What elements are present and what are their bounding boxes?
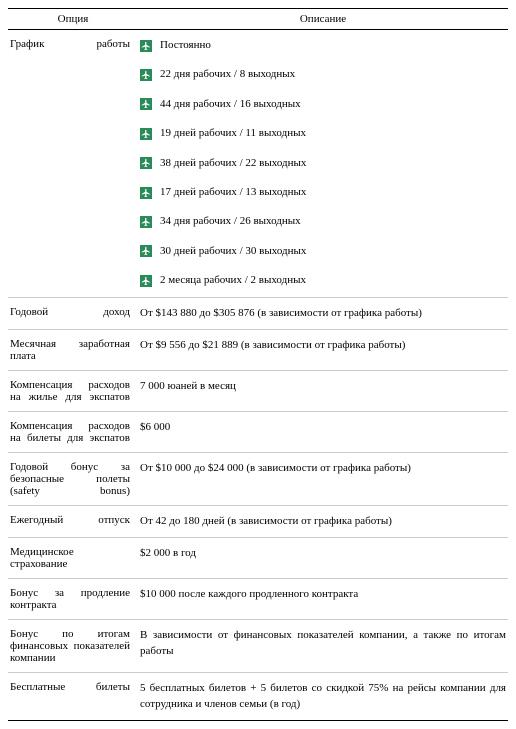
table-row: Ежегодный отпускОт 42 до 180 дней (в зав…: [8, 505, 508, 537]
schedule-item: 17 дней рабочих / 13 выходных: [140, 185, 506, 200]
table-row: Бонус по итогам финансовых показателей к…: [8, 620, 508, 673]
row-label: График работы: [8, 30, 138, 298]
options-table: Опция Описание График работы Постоянно 22 …: [8, 8, 508, 721]
airplane-icon: [140, 275, 152, 287]
schedule-list: Постоянно 22 дня рабочих / 8 выходных 44 д…: [140, 38, 506, 289]
row-description: 5 бесплатных билетов + 5 билетов со скид…: [138, 673, 508, 721]
row-label: Годовой бонус за безопасные полеты (safe…: [8, 452, 138, 505]
airplane-icon: [140, 98, 152, 110]
table-row: Годовой бонус за безопасные полеты (safe…: [8, 452, 508, 505]
table-row: Медицинское страхование$2 000 в год: [8, 538, 508, 579]
row-label: Компенсация расходов на билеты для экспа…: [8, 411, 138, 452]
schedule-item-label: 19 дней рабочих / 11 выходных: [160, 126, 306, 141]
row-label: Компенсация расходов на жилье для экспат…: [8, 370, 138, 411]
schedule-item-label: 38 дней рабочих / 22 выходных: [160, 156, 306, 171]
airplane-icon: [140, 157, 152, 169]
schedule-item-label: 2 месяца рабочих / 2 выходных: [160, 273, 306, 288]
schedule-item: 30 дней рабочих / 30 выходных: [140, 244, 506, 259]
schedule-item-label: 44 дня рабочих / 16 выходных: [160, 97, 301, 112]
schedule-item-label: 22 дня рабочих / 8 выходных: [160, 67, 295, 82]
row-label: Ежегодный отпуск: [8, 505, 138, 537]
airplane-icon: [140, 128, 152, 140]
row-description: $10 000 после каждого продленного контра…: [138, 579, 508, 620]
row-label: Месячная заработная плата: [8, 329, 138, 370]
table-row: Бонус за продление контракта$10 000 посл…: [8, 579, 508, 620]
airplane-icon: [140, 40, 152, 52]
schedule-item-label: 30 дней рабочих / 30 выходных: [160, 244, 306, 259]
schedule-item: 34 дня рабочих / 26 выходных: [140, 214, 506, 229]
header-option: Опция: [8, 9, 138, 30]
airplane-icon: [140, 216, 152, 228]
row-label: Медицинское страхование: [8, 538, 138, 579]
schedule-item: Постоянно: [140, 38, 506, 53]
table-row: Годовой доходОт $143 880 до $305 876 (в …: [8, 297, 508, 329]
row-label: Бонус по итогам финансовых показателей к…: [8, 620, 138, 673]
table-row: Месячная заработная платаОт $9 556 до $2…: [8, 329, 508, 370]
table-row: Бесплатные билеты5 бесплатных билетов + …: [8, 673, 508, 721]
row-label: Бонус за продление контракта: [8, 579, 138, 620]
airplane-icon: [140, 69, 152, 81]
row-description: От $10 000 до $24 000 (в зависимости от …: [138, 452, 508, 505]
row-description: Постоянно 22 дня рабочих / 8 выходных 44 д…: [138, 30, 508, 298]
schedule-item-label: Постоянно: [160, 38, 211, 53]
schedule-item: 2 месяца рабочих / 2 выходных: [140, 273, 506, 288]
row-description: От 42 до 180 дней (в зависимости от граф…: [138, 505, 508, 537]
row-description: $2 000 в год: [138, 538, 508, 579]
schedule-item-label: 34 дня рабочих / 26 выходных: [160, 214, 301, 229]
schedule-item: 19 дней рабочих / 11 выходных: [140, 126, 506, 141]
row-label: Годовой доход: [8, 297, 138, 329]
row-description: От $9 556 до $21 889 (в зависимости от г…: [138, 329, 508, 370]
schedule-item: 44 дня рабочих / 16 выходных: [140, 97, 506, 112]
schedule-item-label: 17 дней рабочих / 13 выходных: [160, 185, 306, 200]
row-description: 7 000 юаней в месяц: [138, 370, 508, 411]
schedule-item: 38 дней рабочих / 22 выходных: [140, 156, 506, 171]
row-label: Бесплатные билеты: [8, 673, 138, 721]
row-description: $6 000: [138, 411, 508, 452]
table-row: График работы Постоянно 22 дня рабочих / 8…: [8, 30, 508, 298]
table-row: Компенсация расходов на билеты для экспа…: [8, 411, 508, 452]
row-description: От $143 880 до $305 876 (в зависимости о…: [138, 297, 508, 329]
table-row: Компенсация расходов на жилье для экспат…: [8, 370, 508, 411]
schedule-item: 22 дня рабочих / 8 выходных: [140, 67, 506, 82]
row-description: В зависимости от финансовых показателей …: [138, 620, 508, 673]
airplane-icon: [140, 245, 152, 257]
header-description: Описание: [138, 9, 508, 30]
airplane-icon: [140, 187, 152, 199]
